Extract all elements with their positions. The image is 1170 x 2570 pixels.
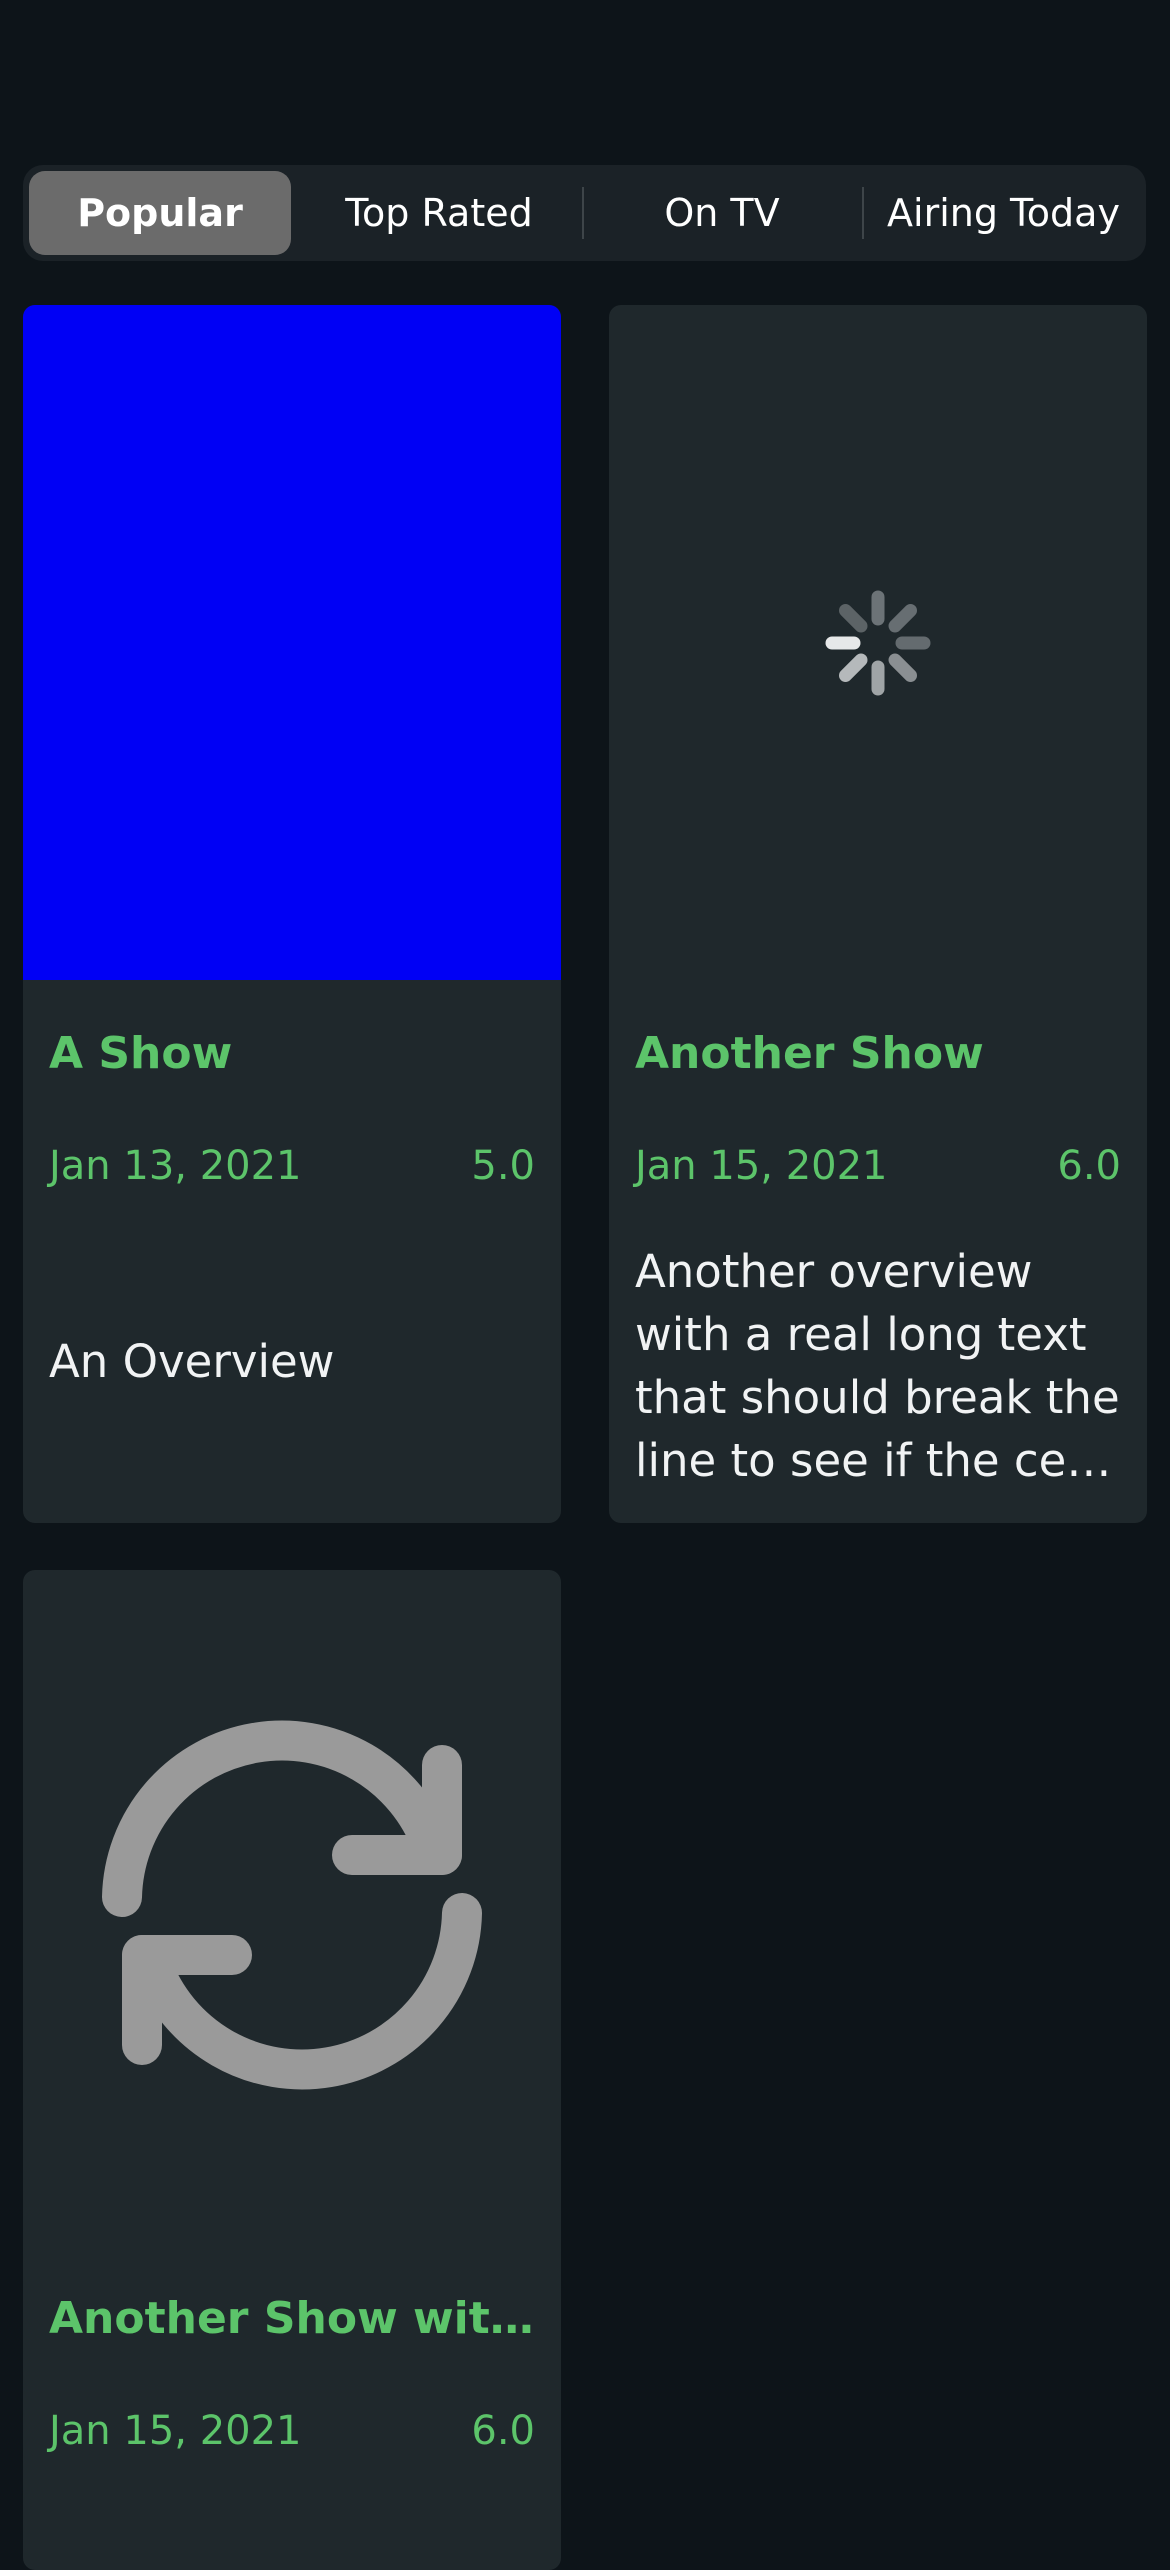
release-date: Jan 15, 2021 — [49, 2408, 302, 2454]
show-card[interactable]: A Show Jan 13, 2021 5.0 An Overview — [23, 305, 561, 1523]
overview-text: An Overview — [49, 1335, 335, 1388]
segment-on-tv[interactable]: On TV — [586, 171, 858, 255]
poster-placeholder — [23, 1570, 561, 2245]
refresh-icon — [102, 1720, 482, 2090]
show-title: Another Show with a really long title — [49, 2293, 535, 2344]
show-card[interactable]: Another Show with a really long title Ja… — [23, 1570, 561, 2570]
loading-spinner-icon — [825, 590, 931, 695]
rating: 6.0 — [1057, 1143, 1121, 1189]
segment-popular[interactable]: Popular — [29, 171, 291, 255]
rating: 5.0 — [471, 1143, 535, 1189]
segment-top-rated[interactable]: Top Rated — [303, 171, 575, 255]
category-segmented-control: Popular Top Rated On TV Airing Today — [23, 165, 1146, 261]
rating: 6.0 — [471, 2408, 535, 2454]
segment-divider — [862, 187, 864, 239]
show-card[interactable]: Another Show Jan 15, 2021 6.0 Another ov… — [609, 305, 1147, 1523]
poster-image — [23, 305, 561, 980]
poster-placeholder — [609, 305, 1147, 980]
segment-divider — [582, 187, 584, 239]
show-title: Another Show — [635, 1028, 984, 1079]
overview-text: Another overview with a real long text t… — [635, 1245, 1120, 1487]
release-date: Jan 15, 2021 — [635, 1143, 888, 1189]
segment-airing-today[interactable]: Airing Today — [867, 171, 1140, 255]
show-title: A Show — [49, 1028, 233, 1079]
release-date: Jan 13, 2021 — [49, 1143, 302, 1189]
